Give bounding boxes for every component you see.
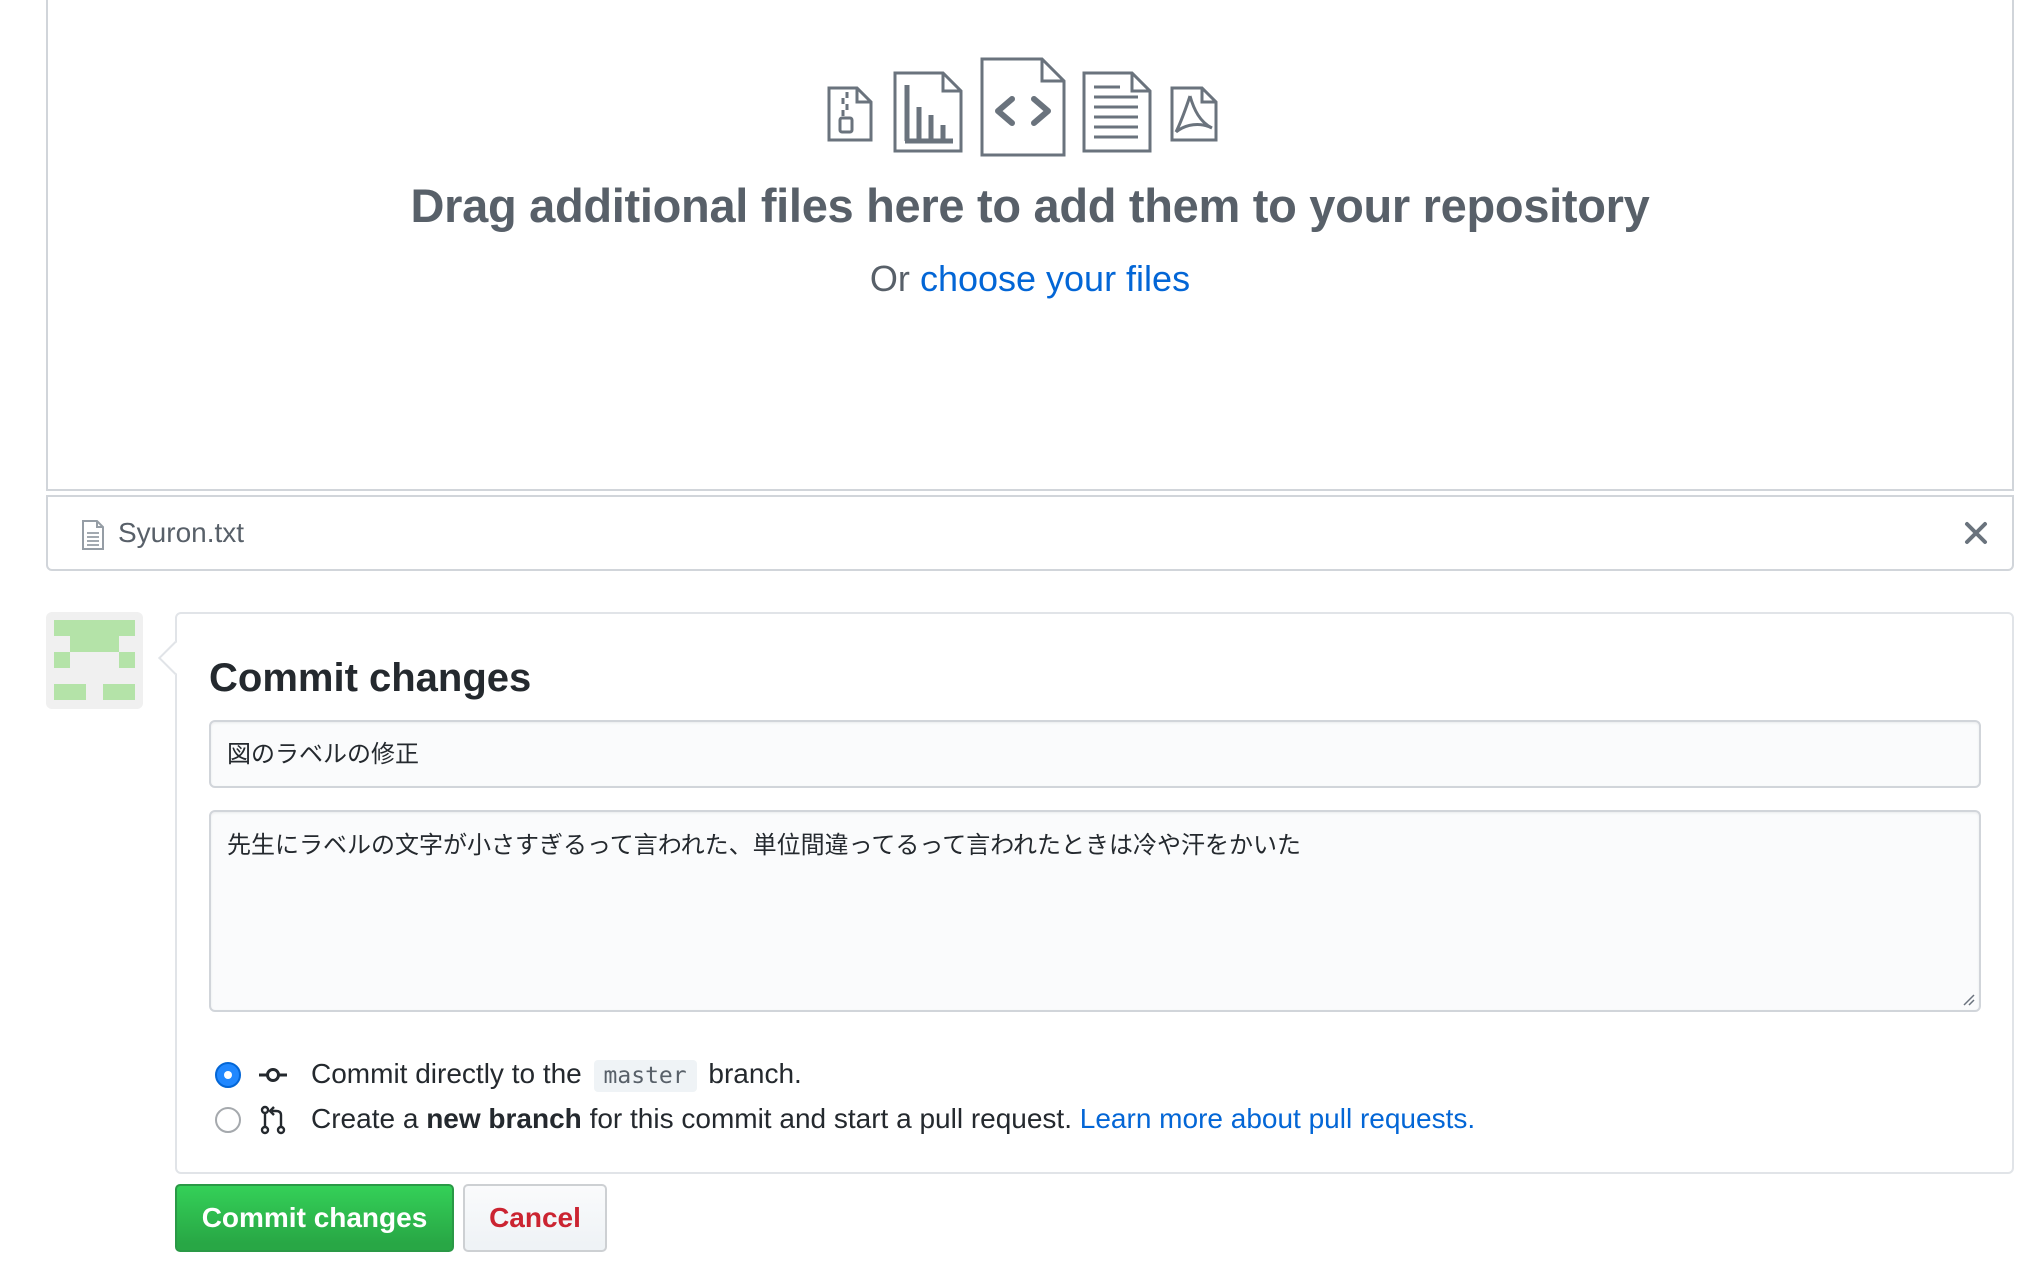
file-type-icons [48, 57, 2012, 169]
commit-direct-radio[interactable] [215, 1062, 241, 1088]
zip-file-icon [827, 86, 873, 142]
pdf-file-icon [1170, 86, 1218, 142]
dropzone-subtitle: Or choose your files [48, 258, 2012, 300]
commit-direct-text: Commit directly to the [311, 1058, 582, 1089]
avatar [46, 612, 143, 709]
commit-heading: Commit changes [209, 656, 532, 700]
commit-description-input[interactable]: 先生にラベルの文字が小さすぎるって言われた、単位間違ってるって言われたときは冷や… [209, 810, 1981, 1012]
git-commit-icon [259, 1068, 287, 1082]
dropzone-or-text: Or [869, 258, 910, 299]
new-branch-label: Create a new branch for this commit and … [311, 1103, 1475, 1135]
cancel-button[interactable]: Cancel [463, 1184, 607, 1252]
new-branch-suffix: for this commit and start a pull request… [589, 1103, 1072, 1134]
resize-handle-icon[interactable] [1961, 992, 1975, 1006]
new-branch-text: Create a [311, 1103, 419, 1134]
uploaded-file-name: Syuron.txt [118, 517, 245, 548]
uploaded-file-row: Syuron.txt [46, 495, 2014, 571]
file-text-icon [82, 520, 104, 550]
chart-file-icon [893, 71, 963, 153]
dropzone-title: Drag additional files here to add them t… [410, 179, 1650, 232]
new-branch-bold: new branch [426, 1103, 582, 1134]
commit-summary-input[interactable]: 図のラベルの修正 [209, 720, 1981, 788]
commit-description-text: 先生にラベルの文字が小さすぎるって言われた、単位間違ってるって言われたときは冷や… [227, 831, 1301, 859]
code-file-icon [980, 57, 1066, 157]
commit-direct-label: Commit directly to the master branch. [311, 1058, 802, 1092]
commit-direct-suffix: branch. [708, 1058, 802, 1089]
learn-pull-requests-link[interactable]: Learn more about pull requests. [1080, 1103, 1475, 1134]
close-icon[interactable] [1958, 515, 1994, 551]
new-branch-radio[interactable] [215, 1107, 241, 1133]
choose-files-link[interactable]: choose your files [920, 258, 1190, 299]
branch-name: master [593, 1060, 697, 1092]
git-pull-request-icon [260, 1105, 286, 1135]
commit-form: Commit changes 図のラベルの修正 先生にラベルの文字が小さすぎるっ… [175, 612, 2014, 1174]
text-file-icon [1082, 71, 1152, 153]
commit-changes-button[interactable]: Commit changes [175, 1184, 454, 1252]
file-dropzone[interactable]: Drag additional files here to add them t… [46, 0, 2014, 491]
